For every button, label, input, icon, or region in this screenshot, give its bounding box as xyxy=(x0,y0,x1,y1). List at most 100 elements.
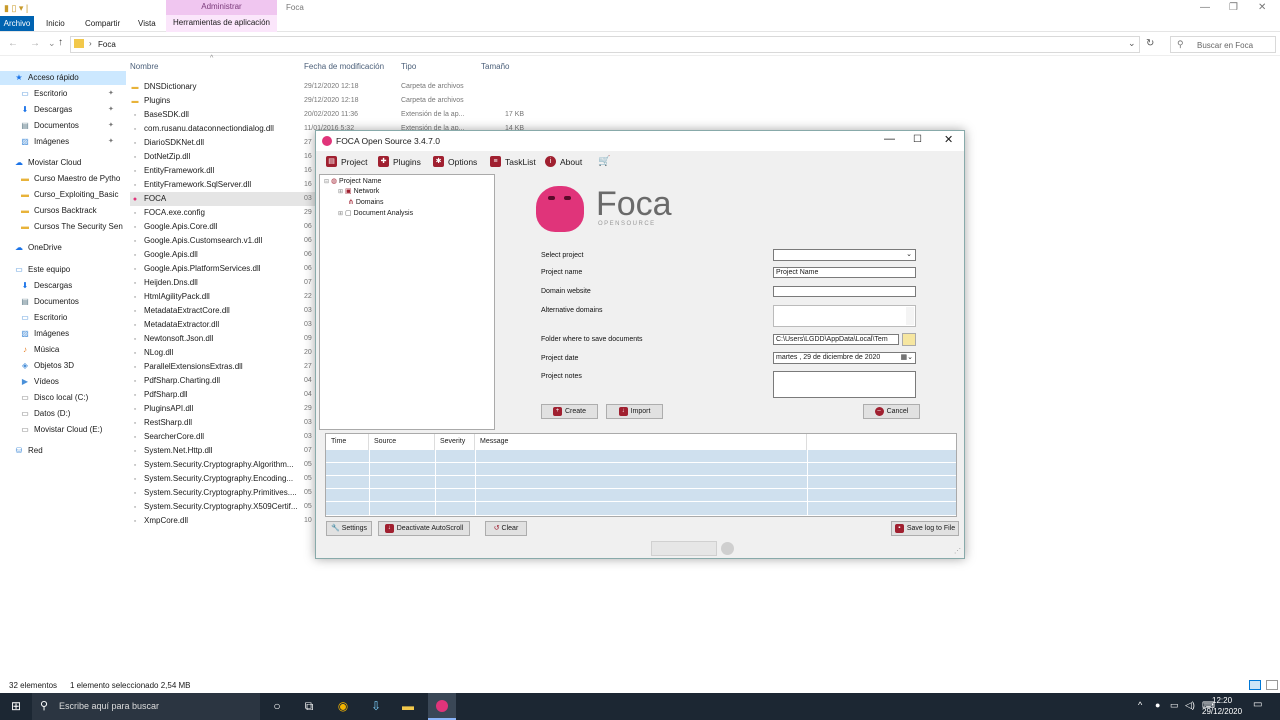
chevron-up-icon[interactable]: ^ xyxy=(1138,700,1142,710)
menu-options[interactable]: ✱ Options xyxy=(433,156,477,168)
file-row[interactable]: ▫ System.Security.Cryptography.Algorithm.… xyxy=(130,458,320,472)
nav-item[interactable]: ▬ Curso_Exploiting_Basic xyxy=(0,188,126,202)
minimize-icon[interactable]: — xyxy=(1200,2,1210,13)
file-row[interactable]: ▫ Heijden.Dns.dll xyxy=(130,276,320,290)
menu-plugins[interactable]: ✚ Plugins xyxy=(378,156,421,168)
settings-button[interactable]: 🔧 Settings xyxy=(326,521,372,536)
notes-field[interactable] xyxy=(773,371,916,398)
tab-compartir[interactable]: Compartir xyxy=(85,16,120,31)
log-col-message[interactable]: Message xyxy=(475,434,807,450)
select-project-dropdown[interactable]: ⌄ xyxy=(773,249,916,261)
nav-item[interactable]: ⛁ Red xyxy=(0,444,126,458)
notification-icon[interactable]: ▭ xyxy=(1253,699,1262,710)
file-row[interactable]: ● FOCA xyxy=(130,192,315,206)
deactivate-autoscroll-button[interactable]: ↓ Deactivate AutoScroll xyxy=(378,521,470,536)
nav-item[interactable]: ▨ Imágenes xyxy=(0,327,126,341)
column-header-size[interactable]: Tamaño xyxy=(481,62,509,71)
nav-item[interactable]: ♪ Música xyxy=(0,343,126,357)
file-row[interactable]: ▫ System.Net.Http.dll xyxy=(130,444,320,458)
clear-button[interactable]: ↺ Clear xyxy=(485,521,527,536)
windows-start-icon[interactable]: ⊞ xyxy=(6,697,26,716)
chevron-down-icon[interactable]: ⌄ xyxy=(48,38,56,49)
menu-about[interactable]: i About xyxy=(545,156,582,168)
foca-taskbar-button[interactable] xyxy=(428,693,456,720)
nav-item[interactable]: ▬ Cursos Backtrack xyxy=(0,204,126,218)
file-row[interactable]: ▫ MetadataExtractCore.dll xyxy=(130,304,320,318)
tree-root[interactable]: ⊟ ◍ Project Name xyxy=(324,177,381,187)
nav-item[interactable]: ▬ Curso Maestro de Pytho xyxy=(0,172,126,186)
file-row[interactable]: ▫ Google.Apis.Customsearch.v1.dll xyxy=(130,234,320,248)
file-row[interactable]: ▬ Plugins xyxy=(130,94,320,108)
tab-inicio[interactable]: Inicio xyxy=(46,16,65,31)
date-picker[interactable]: martes , 29 de diciembre de 2020 ▦⌄ xyxy=(773,352,916,364)
tiles-view-icon[interactable] xyxy=(1266,680,1278,690)
nav-item[interactable]: ☁ OneDrive xyxy=(0,241,126,255)
log-col-time[interactable]: Time xyxy=(326,434,369,450)
file-row[interactable]: ▫ Newtonsoft.Json.dll xyxy=(130,332,320,346)
details-view-icon[interactable] xyxy=(1249,680,1261,690)
file-row[interactable]: ▫ FOCA.exe.config xyxy=(130,206,320,220)
log-row[interactable] xyxy=(326,489,956,502)
file-row[interactable]: ▫ com.rusanu.dataconnectiondialog.dll xyxy=(130,122,320,136)
file-row[interactable]: ▫ System.Security.Cryptography.Encoding..… xyxy=(130,472,320,486)
file-row[interactable]: ▫ MetadataExtractor.dll xyxy=(130,318,320,332)
scrollbar[interactable] xyxy=(906,307,914,325)
network-icon[interactable]: ▭ xyxy=(1170,700,1179,711)
maximize-icon[interactable]: ☐ xyxy=(913,134,922,145)
nav-item[interactable]: ▨ Imágenes ✦ xyxy=(0,135,126,149)
save-log-button[interactable]: ▪ Save log to File xyxy=(891,521,959,536)
folder-field[interactable]: C:\Users\LGDD\AppData\Local\Tem xyxy=(773,334,899,345)
browse-folder-icon[interactable] xyxy=(902,333,916,346)
nav-item[interactable]: ▤ Documentos xyxy=(0,295,126,309)
tab-herramientas[interactable]: Herramientas de aplicación xyxy=(166,15,277,32)
tab-archivo[interactable]: Archivo xyxy=(0,16,34,31)
address-field[interactable]: › Foca ⌄ xyxy=(70,36,1140,53)
file-row[interactable]: ▫ PluginsAPI.dll xyxy=(130,402,320,416)
close-icon[interactable]: ✕ xyxy=(1258,2,1266,13)
volume-icon[interactable]: ◁) xyxy=(1185,700,1195,711)
nav-item[interactable]: ▶ Vídeos xyxy=(0,375,126,389)
file-row[interactable]: ▫ HtmlAgilityPack.dll xyxy=(130,290,320,304)
log-row[interactable] xyxy=(326,476,956,489)
back-icon[interactable]: ← xyxy=(8,38,18,49)
menu-project[interactable]: ▤ Project xyxy=(326,156,367,168)
file-row[interactable]: ▫ System.Security.Cryptography.Primitives… xyxy=(130,486,320,500)
log-col-severity[interactable]: Severity xyxy=(435,434,475,450)
nav-item[interactable]: ▤ Documentos ✦ xyxy=(0,119,126,133)
clock-date[interactable]: 29/12/2020 xyxy=(1202,707,1242,716)
nav-item[interactable]: ☁ Movistar Cloud xyxy=(0,156,126,170)
nav-item[interactable]: ▭ Movistar Cloud (E:) xyxy=(0,423,126,437)
file-row[interactable]: ▫ XmpCore.dll xyxy=(130,514,320,528)
file-row[interactable]: ▫ ParallelExtensionsExtras.dll xyxy=(130,360,320,374)
file-row[interactable]: ▫ NLog.dll xyxy=(130,346,320,360)
file-row[interactable]: ▫ System.Security.Cryptography.X509Certif… xyxy=(130,500,320,514)
up-icon[interactable]: ↑ xyxy=(58,37,63,48)
resize-grip-icon[interactable]: ⋰ xyxy=(954,547,961,555)
import-button[interactable]: ↓ Import xyxy=(606,404,663,419)
nav-item[interactable]: ▬ Cursos The Security Sen xyxy=(0,220,126,234)
nav-item[interactable]: ▭ Escritorio ✦ xyxy=(0,87,126,101)
search-input[interactable]: ⚲ Buscar en Foca xyxy=(1170,36,1276,53)
column-header-type[interactable]: Tipo xyxy=(401,62,416,71)
taskbar-search[interactable]: ⚲ Escribe aquí para buscar xyxy=(32,693,260,720)
app-icon[interactable]: ⇩ xyxy=(366,697,386,716)
nav-item[interactable]: ★ Acceso rápido xyxy=(0,71,126,85)
menu-tasklist[interactable]: ≡ TaskList xyxy=(490,156,536,168)
file-row[interactable]: ▫ EntityFramework.SqlServer.dll xyxy=(130,178,320,192)
column-header-date[interactable]: Fecha de modificación xyxy=(304,62,384,71)
file-row[interactable]: ▫ SearcherCore.dll xyxy=(130,430,320,444)
cortana-icon[interactable]: ○ xyxy=(267,697,287,716)
refresh-icon[interactable]: ↻ xyxy=(1146,38,1154,49)
file-row[interactable]: ▫ RestSharp.dll xyxy=(130,416,320,430)
pin-icon[interactable]: ✦ xyxy=(108,119,114,133)
pin-icon[interactable]: ✦ xyxy=(108,87,114,101)
file-row[interactable]: ▬ DNSDictionary xyxy=(130,80,320,94)
task-view-icon[interactable]: ⧉ xyxy=(299,697,319,716)
tab-vista[interactable]: Vista xyxy=(138,16,156,31)
close-icon[interactable]: ✕ xyxy=(944,133,953,146)
cancel-button[interactable]: – Cancel xyxy=(863,404,920,419)
nav-item[interactable]: ▭ Datos (D:) xyxy=(0,407,126,421)
tree-item-document-analysis[interactable]: ⊞ ▢ Document Analysis xyxy=(338,209,413,219)
clock-time[interactable]: 12:20 xyxy=(1212,696,1232,705)
nav-item[interactable]: ▭ Disco local (C:) xyxy=(0,391,126,405)
